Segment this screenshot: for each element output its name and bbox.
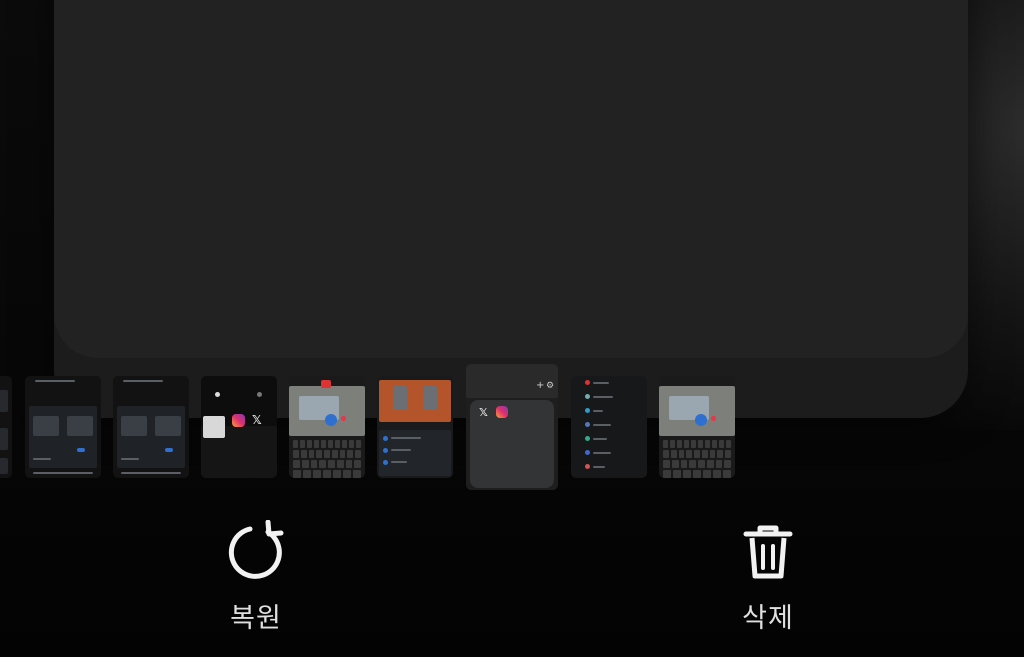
- app-preview-content: [54, 0, 968, 358]
- thumb-photo-building[interactable]: [377, 376, 453, 478]
- thumb-camera-keyboard-2[interactable]: [659, 376, 735, 478]
- instagram-icon: [232, 414, 245, 427]
- delete-button[interactable]: 삭제: [708, 520, 828, 635]
- instagram-icon: [496, 406, 508, 418]
- thumb-app-list[interactable]: [571, 376, 647, 478]
- thumb-folder-selected[interactable]: 𝕏 + ⚙: [466, 364, 558, 490]
- delete-label: 삭제: [742, 603, 794, 634]
- thumb-camera-keyboard-1[interactable]: [289, 376, 365, 478]
- add-icon: +: [536, 380, 545, 391]
- thumb-partial-left[interactable]: [0, 376, 12, 478]
- action-bar: 복원 삭제: [0, 500, 1024, 657]
- settings-icon: ⚙: [546, 381, 555, 391]
- x-icon: 𝕏: [479, 406, 488, 419]
- restore-icon: [228, 520, 284, 579]
- thumb-settings-2[interactable]: [113, 376, 189, 478]
- thumb-home-instagram-x[interactable]: 𝕏: [201, 376, 277, 478]
- app-preview-card[interactable]: [54, 0, 968, 418]
- recents-screen: 𝕏 𝕏 + ⚙ 복원 삭제: [0, 0, 1024, 657]
- restore-label: 복원: [230, 603, 282, 634]
- trash-icon: [743, 525, 793, 579]
- thumbnail-strip[interactable]: 𝕏 𝕏 + ⚙: [0, 364, 1024, 490]
- thumb-settings-1[interactable]: [25, 376, 101, 478]
- x-icon: 𝕏: [252, 413, 262, 427]
- restore-button[interactable]: 복원: [196, 520, 316, 635]
